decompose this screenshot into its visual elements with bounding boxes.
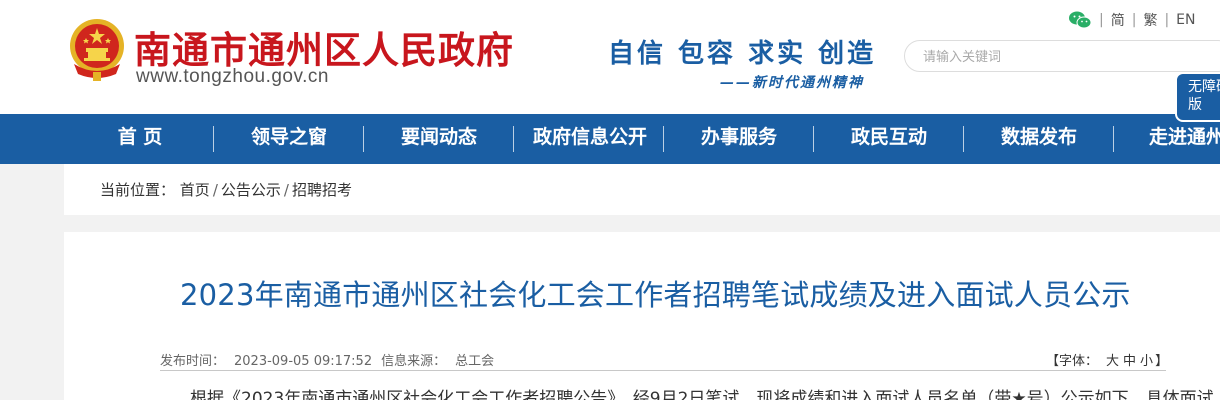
font-size-medium[interactable]: 中: [1123, 354, 1136, 369]
font-size-label: 【字体：: [1046, 354, 1099, 369]
breadcrumb: 当前位置： 首页 / 公告公示 / 招聘招考: [100, 179, 352, 200]
article-panel: 2023年南通市通州区社会化工会工作者招聘笔试成绩及进入面试人员公示 发布时间：…: [64, 232, 1220, 400]
breadcrumb-recruitment[interactable]: 招聘招考: [292, 181, 352, 199]
article-meta: 发布时间： 2023-09-05 09:17:52 信息来源： 总工会: [160, 350, 494, 369]
nav-divider: [963, 126, 964, 152]
main-nav: 首 页 领导之窗 要闻动态 政府信息公开 办事服务 政民互动 数据发布 走进通州: [0, 114, 1220, 164]
nav-item-gov-info[interactable]: 政府信息公开: [525, 114, 655, 164]
nav-item-home[interactable]: 首 页: [100, 114, 180, 164]
utility-separator: |: [1131, 12, 1137, 28]
nav-item-services[interactable]: 办事服务: [689, 114, 789, 164]
breadcrumb-bar: 当前位置： 首页 / 公告公示 / 招聘招考: [64, 164, 1220, 215]
traditional-chinese-link[interactable]: 繁: [1143, 10, 1157, 30]
nav-item-news[interactable]: 要闻动态: [389, 114, 489, 164]
national-emblem-icon[interactable]: [66, 16, 128, 82]
nav-divider: [813, 126, 814, 152]
nav-divider: [663, 126, 664, 152]
font-size-large[interactable]: 大: [1106, 354, 1119, 369]
breadcrumb-announcements[interactable]: 公告公示: [221, 181, 281, 199]
publish-time-label: 发布时间：: [160, 354, 226, 369]
wechat-icon[interactable]: [1068, 10, 1092, 30]
breadcrumb-prefix: 当前位置：: [100, 181, 176, 199]
publish-time: 2023-09-05 09:17:52: [234, 354, 373, 369]
nav-item-interaction[interactable]: 政民互动: [839, 114, 939, 164]
search-box: [904, 40, 1220, 72]
city-slogan-subtitle: ——新时代通州精神: [720, 75, 864, 91]
source-label: 信息来源：: [381, 354, 447, 369]
utility-links: | 简 | 繁 | EN: [1068, 10, 1195, 30]
breadcrumb-separator: /: [283, 181, 289, 199]
city-slogan: 自信 包容 求实 创造: [608, 39, 877, 69]
site-url: www.tongzhou.gov.cn: [136, 66, 329, 87]
utility-separator: |: [1164, 12, 1170, 28]
nav-divider: [363, 126, 364, 152]
source-value: 总工会: [455, 354, 495, 369]
font-size-switcher: 【字体： 大中小】: [1046, 350, 1168, 369]
breadcrumb-separator: /: [212, 181, 218, 199]
english-link[interactable]: EN: [1176, 12, 1195, 28]
utility-separator: |: [1099, 12, 1104, 28]
article-title: 2023年南通市通州区社会化工会工作者招聘笔试成绩及进入面试人员公示: [180, 278, 1131, 312]
font-size-small[interactable]: 小: [1140, 354, 1153, 369]
accessibility-mode-button[interactable]: 无障碍版: [1175, 72, 1220, 122]
nav-divider: [513, 126, 514, 152]
nav-item-leaders[interactable]: 领导之窗: [239, 114, 339, 164]
nav-item-data[interactable]: 数据发布: [989, 114, 1089, 164]
meta-divider: [160, 370, 1166, 371]
breadcrumb-home[interactable]: 首页: [180, 181, 210, 199]
nav-divider: [213, 126, 214, 152]
font-size-close: 】: [1155, 354, 1169, 369]
simplified-chinese-link[interactable]: 简: [1111, 10, 1125, 30]
nav-divider: [1113, 126, 1114, 152]
site-header: 南通市通州区人民政府 www.tongzhou.gov.cn 自信 包容 求实 …: [0, 0, 1220, 114]
search-input[interactable]: [923, 47, 1203, 67]
article-body-paragraph: 根据《2023年南通市通州区社会化工会工作者招聘公告》，经9月2日笔试，现将成绩…: [190, 389, 1214, 400]
